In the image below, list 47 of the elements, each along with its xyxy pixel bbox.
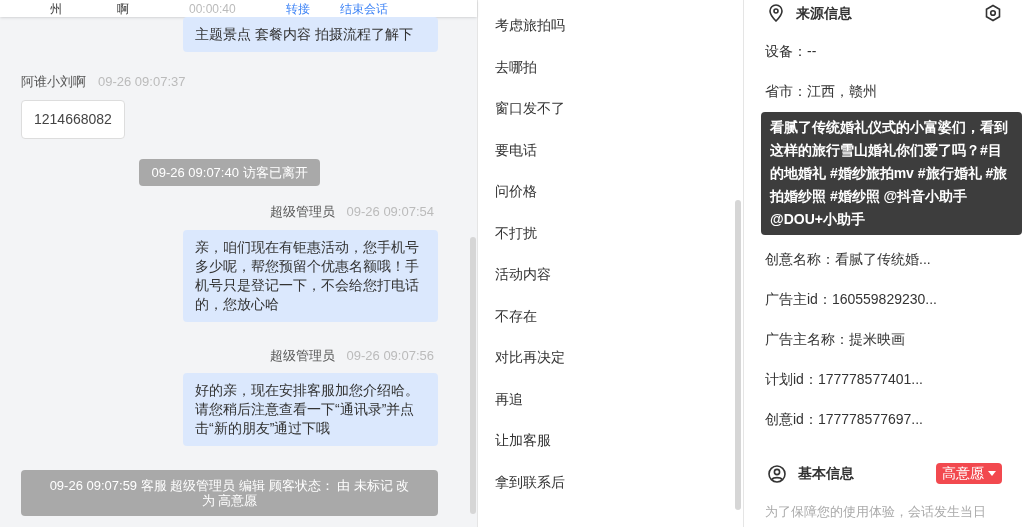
- header-cell: 州: [50, 1, 62, 16]
- info-row-text: 省市：江西，赣州: [765, 82, 878, 101]
- message-bubble: 亲，咱们现在有钜惠活动，您手机号多少呢，帮您预留个优惠名额哦！手机号只是登记一下，不会给您打电话的，您放心哈: [183, 229, 438, 322]
- header-cell: 啊: [117, 1, 129, 16]
- quick-reply-item[interactable]: 对比再决定: [495, 337, 735, 379]
- section-title: 基本信息: [798, 464, 854, 483]
- note-text: 为了保障您的使用体验，会话发生当日: [764, 503, 987, 521]
- sender-name: 超级管理员: [269, 203, 335, 221]
- status-dropdown[interactable]: 高意愿: [936, 463, 1002, 484]
- info-row-text: 广告主名称：提米映画: [765, 330, 906, 349]
- system-notice: 09-26 09:07:40 访客已离开: [139, 158, 320, 186]
- quick-reply-item[interactable]: 窗口发不了: [495, 88, 735, 130]
- message-bubble: 好的亲，现在安排客服加您介绍哈。请您稍后注意查看一下“通讯录”并点击“新的朋友”通过下哦: [183, 373, 438, 446]
- quick-reply-item[interactable]: 不存在: [495, 295, 735, 337]
- tooltip: 看腻了传统婚礼仪式的小富婆们，看到这样的旅行雪山婚礼你们爱了吗？#目的地婚礼 #婚纱旅拍mv #旅行婚礼 #旅拍婚纱照 #婚纱照 @抖音小助手 @DOU+小助手: [761, 112, 1022, 235]
- message-bubble: 1214668082: [21, 99, 125, 139]
- user-circle-icon: [768, 464, 786, 483]
- caret-icon: [988, 470, 996, 477]
- quick-reply-item[interactable]: 再追: [495, 378, 735, 420]
- scrollbar[interactable]: [735, 200, 741, 510]
- quick-reply-item[interactable]: 问价格: [495, 171, 735, 213]
- quick-reply-item[interactable]: 去哪拍: [495, 46, 735, 88]
- quick-reply-item[interactable]: 不打扰: [495, 212, 735, 254]
- section-title: 来源信息: [796, 3, 852, 23]
- quick-reply-item[interactable]: 让加客服: [495, 420, 735, 462]
- sender-name: 阿谁小刘啊: [21, 73, 86, 91]
- message-time: 09-26 09:07:54: [346, 203, 434, 221]
- info-row-text: 创意名称：看腻了传统婚...: [765, 250, 932, 269]
- message-bubble: 主题景点 套餐内容 拍摄流程了解下: [183, 17, 438, 52]
- sender-name: 超级管理员: [269, 346, 335, 365]
- message-time: 09-26 09:07:56: [346, 346, 434, 365]
- info-row-text: 设备：--: [765, 42, 818, 61]
- system-notice: 09-26 09:07:59 客服 超级管理员 编辑 顾客状态： 由 未标记 改为 高意愿: [21, 470, 438, 516]
- header-link[interactable]: 转接: [285, 1, 310, 16]
- settings-icon[interactable]: [984, 4, 1002, 22]
- quick-reply-item[interactable]: 活动内容: [495, 254, 735, 296]
- info-row-text: 广告主id：160559829230...: [765, 290, 938, 309]
- scrollbar[interactable]: [470, 237, 476, 514]
- info-row-text: 计划id：177778577401...: [765, 370, 924, 389]
- quick-reply-item[interactable]: 要电话: [495, 129, 735, 171]
- quick-reply-item[interactable]: 拿到联系后: [495, 461, 735, 503]
- message-time: 09-26 09:07:37: [98, 73, 186, 91]
- info-row-text: 创意id：177778577697...: [765, 410, 924, 429]
- quick-reply-item[interactable]: 考虑旅拍吗: [495, 5, 735, 47]
- location-pin-icon: [768, 4, 784, 22]
- header-link[interactable]: 结束会话: [339, 1, 388, 16]
- header-cell: 00:00:40: [189, 1, 236, 16]
